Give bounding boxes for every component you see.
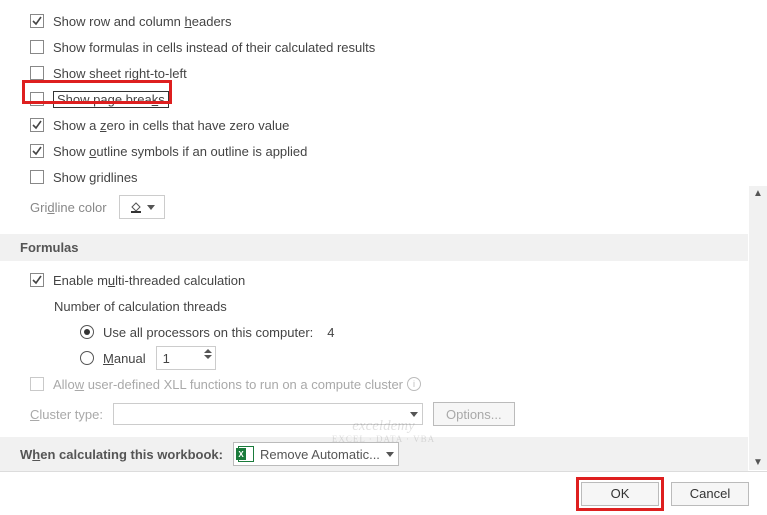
label-multithread: Enable multi-threaded calculation xyxy=(53,273,245,288)
chevron-down-icon xyxy=(147,205,155,210)
label-threads: Number of calculation threads xyxy=(54,299,227,314)
chevron-down-icon xyxy=(386,452,394,457)
section-formulas: Formulas xyxy=(0,234,748,261)
checkbox-show-outline[interactable] xyxy=(30,144,44,158)
manual-value: 1 xyxy=(163,351,170,366)
paint-bucket-icon xyxy=(129,200,143,214)
row-multithread[interactable]: Enable multi-threaded calculation xyxy=(0,267,748,293)
cancel-button[interactable]: Cancel xyxy=(671,482,749,506)
label-allow-xll: Allow user-defined XLL functions to run … xyxy=(53,377,403,392)
row-show-headers[interactable]: Show row and column headers xyxy=(0,8,748,34)
row-use-all[interactable]: Use all processors on this computer: 4 xyxy=(0,319,748,345)
label-show-headers: Show row and column headers xyxy=(53,14,232,29)
label-show-zero: Show a zero in cells that have zero valu… xyxy=(53,118,289,133)
options-panel: Show row and column headers Show formula… xyxy=(0,0,748,470)
label-manual: Manual xyxy=(103,351,146,366)
spin-up-icon[interactable] xyxy=(204,349,212,353)
section-workbook-calc: When calculating this workbook: Remove A… xyxy=(0,437,748,471)
checkbox-multithread[interactable] xyxy=(30,273,44,287)
chevron-down-icon xyxy=(410,412,418,417)
processor-count: 4 xyxy=(327,325,334,340)
row-show-formulas[interactable]: Show formulas in cells instead of their … xyxy=(0,34,748,60)
checkbox-show-gridlines[interactable] xyxy=(30,170,44,184)
label-use-all: Use all processors on this computer: xyxy=(103,325,313,340)
spin-down-icon[interactable] xyxy=(204,355,212,359)
scrollbar[interactable]: ▲ ▼ xyxy=(749,186,767,470)
label-cluster-type: Cluster type: xyxy=(30,407,103,422)
label-show-sheet-rtl: Show sheet right-to-left xyxy=(53,66,187,81)
excel-icon xyxy=(238,446,254,462)
row-show-gridlines[interactable]: Show gridlines xyxy=(0,164,748,190)
manual-threads-spinner[interactable]: 1 xyxy=(156,346,216,370)
checkbox-show-zero[interactable] xyxy=(30,118,44,132)
label-when-calc: When calculating this workbook: xyxy=(20,447,223,462)
checkbox-show-sheet-rtl[interactable] xyxy=(30,66,44,80)
highlight-page-breaks xyxy=(22,80,172,104)
highlight-ok xyxy=(576,477,664,511)
label-show-formulas: Show formulas in cells instead of their … xyxy=(53,40,375,55)
row-show-outline[interactable]: Show outline symbols if an outline is ap… xyxy=(0,138,748,164)
cluster-type-dropdown xyxy=(113,403,423,425)
row-manual[interactable]: Manual 1 xyxy=(0,345,748,371)
row-show-zero[interactable]: Show a zero in cells that have zero valu… xyxy=(0,112,748,138)
scroll-up-icon[interactable]: ▲ xyxy=(753,186,763,201)
label-show-outline: Show outline symbols if an outline is ap… xyxy=(53,144,307,159)
workbook-dropdown[interactable]: Remove Automatic... xyxy=(233,442,399,466)
cluster-options-button: Options... xyxy=(433,402,515,426)
checkbox-allow-xll xyxy=(30,377,44,391)
label-show-gridlines: Show gridlines xyxy=(53,170,138,185)
row-gridline-color: Gridline color xyxy=(0,190,748,224)
gridline-color-picker[interactable] xyxy=(119,195,165,219)
checkbox-show-formulas[interactable] xyxy=(30,40,44,54)
label-gridline-color: Gridline color xyxy=(30,200,107,215)
radio-use-all[interactable] xyxy=(80,325,94,339)
dialog-footer: OK Cancel xyxy=(0,471,767,515)
row-threads-label: Number of calculation threads xyxy=(0,293,748,319)
row-cluster-type: Cluster type: Options... xyxy=(0,397,748,431)
info-icon[interactable]: i xyxy=(407,377,421,391)
scroll-down-icon[interactable]: ▼ xyxy=(753,455,763,470)
checkbox-show-headers[interactable] xyxy=(30,14,44,28)
workbook-dropdown-value: Remove Automatic... xyxy=(260,447,380,462)
radio-manual[interactable] xyxy=(80,351,94,365)
row-allow-xll: Allow user-defined XLL functions to run … xyxy=(0,371,748,397)
